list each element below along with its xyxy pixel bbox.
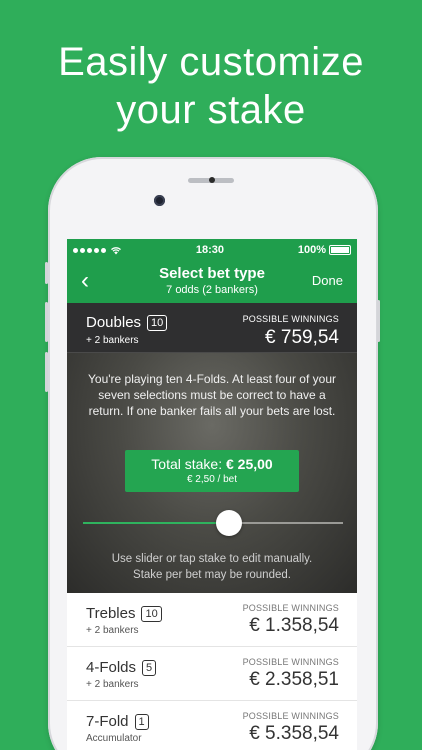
bet-bankers: + 2 bankers — [86, 335, 139, 346]
done-button[interactable]: Done — [312, 273, 343, 288]
bet-option-row[interactable]: 7-Fold 1 Accumulator POSSIBLE WINNINGS €… — [67, 701, 357, 750]
stake-label: Total stake: — [151, 456, 226, 472]
bet-bankers: Accumulator — [86, 733, 142, 744]
app-screen: 18:30 100% ‹ Select bet type 7 odds (2 b… — [67, 239, 357, 750]
nav-bar: ‹ Select bet type 7 odds (2 bankers) Don… — [67, 261, 357, 303]
winnings-label: POSSIBLE WINNINGS — [242, 711, 339, 721]
headline-line-2: your stake — [116, 88, 306, 132]
winnings-label: POSSIBLE WINNINGS — [242, 603, 339, 613]
winnings-label: POSSIBLE WINNINGS — [242, 314, 339, 324]
phone-volume-up — [45, 302, 48, 342]
phone-volume-down — [45, 352, 48, 392]
bet-type-name: 7-Fold — [86, 713, 129, 730]
total-stake-button[interactable]: Total stake: € 25,00 € 2,50 / bet — [125, 450, 299, 492]
winnings-value: € 2.358,51 — [249, 669, 339, 690]
bet-type-name: Trebles — [86, 605, 136, 622]
slider-hint: Use slider or tap stake to edit manually… — [77, 551, 347, 583]
winnings-label: POSSIBLE WINNINGS — [242, 657, 339, 667]
stake-slider-thumb[interactable] — [215, 510, 242, 536]
winnings-value: € 5.358,54 — [249, 723, 339, 744]
selected-bet-row[interactable]: Doubles 10 + 2 bankers POSSIBLE WINNINGS… — [67, 303, 357, 353]
bet-count-badge: 10 — [141, 605, 162, 622]
winnings-value: € 759,54 — [265, 327, 339, 348]
wifi-icon — [111, 246, 121, 254]
slider-hint-line-2: Stake per bet may be rounded. — [133, 569, 291, 581]
battery-percent: 100% — [297, 244, 326, 256]
bet-count-badge: 10 — [147, 314, 168, 331]
status-time: 18:30 — [195, 244, 224, 256]
bet-count-badge: 1 — [134, 713, 149, 730]
bet-explanation: You're playing ten 4-Folds. At least fou… — [88, 372, 336, 418]
bet-detail-panel: You're playing ten 4-Folds. At least fou… — [67, 353, 357, 593]
bet-count-badge: 5 — [142, 659, 157, 676]
bet-bankers: + 2 bankers — [86, 679, 139, 690]
phone-power-button — [377, 300, 380, 342]
signal-icon — [73, 247, 106, 253]
bet-type-name: 4-Folds — [86, 659, 137, 676]
slider-hint-line-1: Use slider or tap stake to edit manually… — [111, 553, 313, 565]
status-bar: 18:30 100% — [67, 239, 357, 261]
phone-sensor — [209, 177, 215, 183]
bet-option-row[interactable]: Trebles 10 + 2 bankers POSSIBLE WINNINGS… — [67, 593, 357, 647]
winnings-value: € 1.358,54 — [249, 615, 339, 636]
stake-slider-fill — [83, 522, 229, 524]
bet-option-row[interactable]: 4-Folds 5 + 2 bankers POSSIBLE WINNINGS … — [67, 647, 357, 701]
bet-bankers: + 2 bankers — [86, 625, 139, 636]
stake-value: € 25,00 — [225, 456, 273, 472]
promo-headline: Easily customize your stake — [0, 38, 422, 134]
battery-icon — [329, 245, 351, 255]
phone-side-button-left — [45, 262, 48, 284]
phone-camera — [154, 195, 165, 206]
back-chevron-icon[interactable]: ‹ — [81, 267, 89, 295]
headline-line-1: Easily customize — [58, 40, 364, 84]
stake-per-bet: € 2,50 / bet — [186, 474, 238, 485]
bet-type-name: Doubles — [86, 314, 142, 331]
